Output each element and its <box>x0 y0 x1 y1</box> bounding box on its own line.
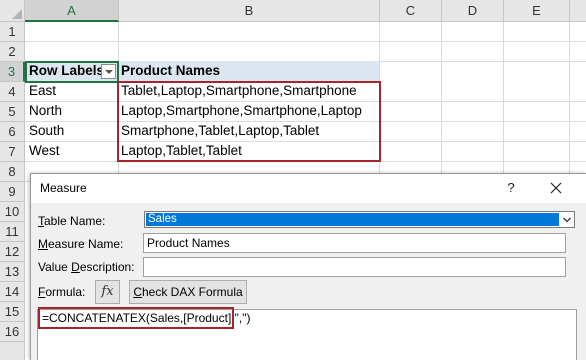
row-header-7[interactable]: 7 <box>0 142 25 162</box>
row-header-overflow <box>0 342 25 360</box>
row-header-5[interactable]: 5 <box>0 102 25 122</box>
pivot-row-label[interactable]: West <box>25 143 60 158</box>
dialog-title: Measure <box>40 181 87 195</box>
insert-function-button[interactable]: fx <box>95 280 120 304</box>
gridline <box>25 41 586 42</box>
row-header-14[interactable]: 14 <box>0 282 25 302</box>
close-icon <box>550 182 562 194</box>
row-header-8[interactable]: 8 <box>0 162 25 182</box>
select-all-corner[interactable] <box>0 0 25 22</box>
column-header-b[interactable]: B <box>119 0 380 22</box>
value-description-label: Value Description: <box>38 260 135 274</box>
row-header-1[interactable]: 1 <box>0 22 25 42</box>
check-dax-formula-button[interactable]: Check DAX Formula <box>129 280 247 304</box>
highlight-box-results <box>117 81 381 162</box>
pivot-row-label[interactable]: East <box>25 83 56 98</box>
formula-label: Formula: <box>38 285 86 299</box>
pivot-row-label[interactable]: North <box>25 103 62 118</box>
help-button[interactable]: ? <box>499 177 523 199</box>
dialog-titlebar[interactable]: Measure ? <box>31 174 586 203</box>
row-header-3[interactable]: 3 <box>0 62 25 82</box>
value-description-input[interactable] <box>143 257 566 277</box>
row-header-2[interactable]: 2 <box>0 42 25 62</box>
row-header-13[interactable]: 13 <box>0 262 25 282</box>
chevron-down-icon[interactable] <box>560 212 574 227</box>
active-cell-indicator <box>25 61 119 83</box>
table-name-value: Sales <box>146 213 559 226</box>
close-button[interactable] <box>541 176 571 200</box>
column-header-c[interactable]: C <box>380 0 442 22</box>
row-header-11[interactable]: 11 <box>0 222 25 242</box>
pivot-row-label[interactable]: South <box>25 123 64 138</box>
row-header-6[interactable]: 6 <box>0 122 25 142</box>
row-header-4[interactable]: 4 <box>0 82 25 102</box>
measure-name-input[interactable]: Product Names <box>143 233 566 253</box>
row-header-16[interactable]: 16 <box>0 322 25 342</box>
row-header-15[interactable]: 15 <box>0 302 25 322</box>
column-header-overflow <box>570 0 586 22</box>
column-header-a[interactable]: A <box>25 0 119 22</box>
column-header-e[interactable]: E <box>504 0 570 22</box>
table-name-select[interactable]: Sales <box>144 211 575 228</box>
row-header-10[interactable]: 10 <box>0 202 25 222</box>
measure-name-label: Measure Name: <box>38 237 124 251</box>
column-header-d[interactable]: D <box>442 0 504 22</box>
row-header-9[interactable]: 9 <box>0 182 25 202</box>
highlight-box-formula <box>38 307 234 329</box>
row-header-12[interactable]: 12 <box>0 242 25 262</box>
table-name-label: Table Name: <box>38 214 106 228</box>
pivot-value-header[interactable]: Product Names <box>117 63 220 78</box>
measure-dialog: Measure ? Table Name: Sales Measure Name… <box>30 173 586 360</box>
